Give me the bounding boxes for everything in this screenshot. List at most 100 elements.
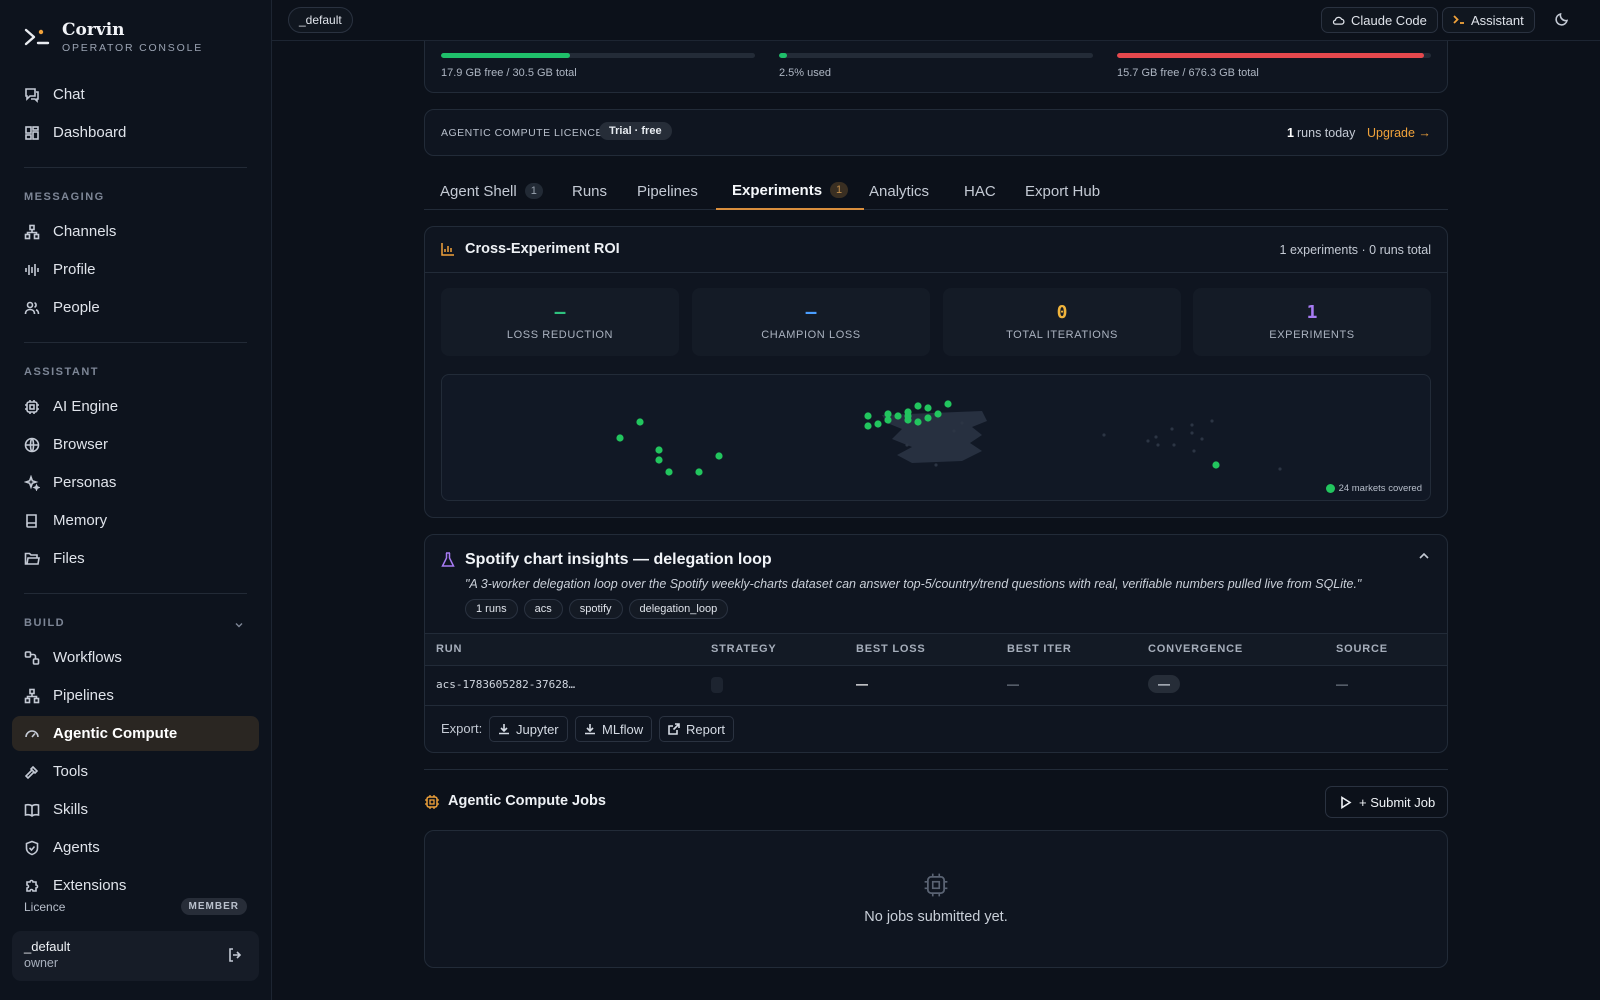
workflow-icon [24,650,40,665]
assistant-button[interactable]: Assistant [1442,7,1535,33]
cloud-icon [1332,16,1345,25]
sidebar-item-label: Channels [53,223,117,240]
stat-label: LOSS REDUCTION [506,329,614,341]
strategy-badge [711,677,723,693]
flask-icon [441,552,455,567]
ram-detail: 17.9 GB free / 30.5 GB total [441,67,577,79]
stat-experiments: 1 EXPERIMENTS [1193,288,1431,356]
divider [24,342,247,343]
tab-label: HAC [964,182,996,200]
theme-toggle-moon-icon[interactable] [1554,11,1570,30]
sidebar-item-memory[interactable]: Memory [12,503,259,538]
top-bar: _default Claude Code Assistant [272,0,1600,41]
sidebar-item-chat[interactable]: Chat [12,77,259,112]
sidebar-item-label: Browser [53,436,109,453]
sidebar-item-tools[interactable]: Tools [12,754,259,789]
sidebar-item-profile[interactable]: Profile [12,252,259,287]
sparkles-icon [24,474,40,491]
sidebar-item-dashboard[interactable]: Dashboard [12,115,259,150]
tab-label: Runs [572,182,608,200]
channels-icon [24,224,40,239]
col-convergence: CONVERGENCE [1148,643,1243,655]
runs-text: runs today [1297,126,1356,140]
sidebar-item-browser[interactable]: Browser [12,427,259,462]
source: — [1336,677,1348,691]
external-link-icon [668,723,680,735]
sidebar-item-channels[interactable]: Channels [12,214,259,249]
export-label-text: MLflow [602,721,644,737]
sidebar-item-label: Files [53,550,85,567]
sidebar-item-pipelines[interactable]: Pipelines [12,678,259,713]
user-name: _default [24,939,71,954]
user-card[interactable]: _default owner [12,931,259,981]
tab-hac[interactable]: HAC [964,172,996,210]
disk-meter [1117,53,1431,58]
stat-label: CHAMPION LOSS [761,329,861,341]
best-iter: — [1007,677,1019,691]
submit-job-button[interactable]: + Submit Job [1325,786,1448,818]
export-mlflow-button[interactable]: MLflow [575,716,653,742]
roi-summary: 1 experiments · 0 runs total [1279,243,1431,257]
tab-bar: Agent Shell 1 Runs Pipelines Experiments 1… [424,172,1448,210]
export-jupyter-button[interactable]: Jupyter [489,716,568,742]
sidebar-item-personas[interactable]: Personas [12,465,259,500]
sidebar-item-agentic-compute[interactable]: Agentic Compute [12,716,259,751]
run-id[interactable]: acs-1783605282-37628… [436,678,575,691]
section-title-build: BUILD [24,617,66,629]
hammer-icon [24,765,39,779]
tab-experiments[interactable]: Experiments 1 [716,172,865,210]
claude-code-button[interactable]: Claude Code [1321,7,1438,33]
licence-bar-label: AGENTIC COMPUTE LICENCE [441,127,604,139]
play-icon [1341,795,1352,809]
collapse-chevron-up-icon[interactable] [1417,549,1431,566]
brand-name: Corvin [62,20,125,40]
world-map [616,400,1282,476]
chip-icon [25,399,39,414]
people-icon [24,301,40,314]
tab-agent-shell[interactable]: Agent Shell 1 [440,172,543,210]
tag-chip: acs [523,599,563,619]
cpu-detail: 2.5% used [779,67,831,79]
chip-icon [425,795,439,809]
download-icon [585,724,595,735]
export-report-button[interactable]: Report [659,716,735,742]
sidebar-item-workflows[interactable]: Workflows [12,640,259,675]
tab-count: 1 [830,182,849,198]
sidebar-item-label: Tools [53,763,89,780]
tab-pipelines[interactable]: Pipelines [637,172,698,210]
sidebar-item-people[interactable]: People [12,290,259,325]
stat-value: 1 [1306,302,1318,323]
stat-value: 0 [1056,302,1068,323]
section-title-messaging: MESSAGING [24,191,105,203]
sidebar-item-skills[interactable]: Skills [12,792,259,827]
book-icon [26,513,37,528]
sidebar-item-agents[interactable]: Agents [12,830,259,865]
licence-label: Licence [24,899,66,914]
upgrade-link[interactable]: Upgrade → [1367,126,1431,140]
tag-chip: spotify [568,599,623,619]
sidebar-item-label: AI Engine [53,398,119,415]
tab-runs[interactable]: Runs [572,172,607,210]
sidebar-item-ai-engine[interactable]: AI Engine [12,389,259,424]
convergence-badge: — [1148,675,1180,693]
sidebar-item-label: Dashboard [53,124,127,141]
sidebar-item-files[interactable]: Files [12,541,259,576]
assistant-logo-icon [1453,15,1464,24]
brand[interactable]: Corvin OPERATOR CONSOLE [24,20,203,54]
experiment-tags: 1 runs acs spotify delegation_loop [465,599,734,619]
roi-title: Cross-Experiment ROI [465,241,620,257]
corvin-logo-icon [24,24,50,50]
chevron-down-icon[interactable] [234,617,244,633]
stat-total-iterations: 0 TOTAL ITERATIONS [943,288,1181,356]
col-best-loss: BEST LOSS [856,643,926,655]
divider [425,705,1447,706]
export-label-text: Jupyter [516,721,559,737]
logout-icon[interactable] [227,947,243,966]
bar-chart-icon [441,243,454,256]
tab-export-hub[interactable]: Export Hub [1025,172,1100,210]
tab-analytics[interactable]: Analytics [869,172,929,210]
jobs-title: Agentic Compute Jobs [448,793,606,809]
workspace-selector[interactable]: _default [288,7,353,33]
stat-champion-loss: – CHAMPION LOSS [692,288,930,356]
chip-icon [924,873,948,897]
